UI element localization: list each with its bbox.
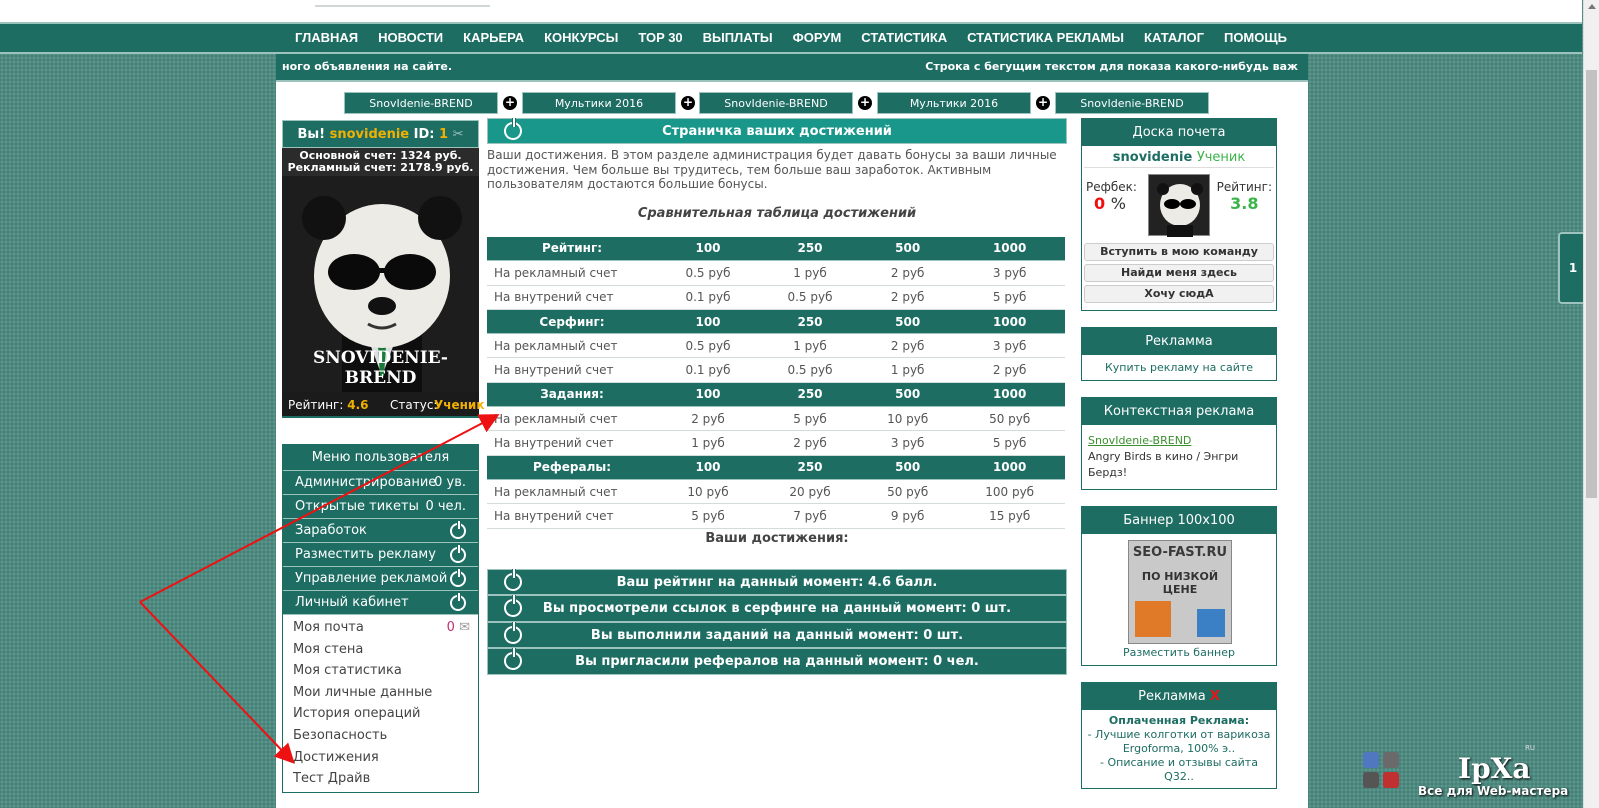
arrow-to-achievements — [139, 601, 295, 764]
arrow-to-table — [139, 414, 500, 603]
annotation-arrows — [139, 414, 500, 764]
